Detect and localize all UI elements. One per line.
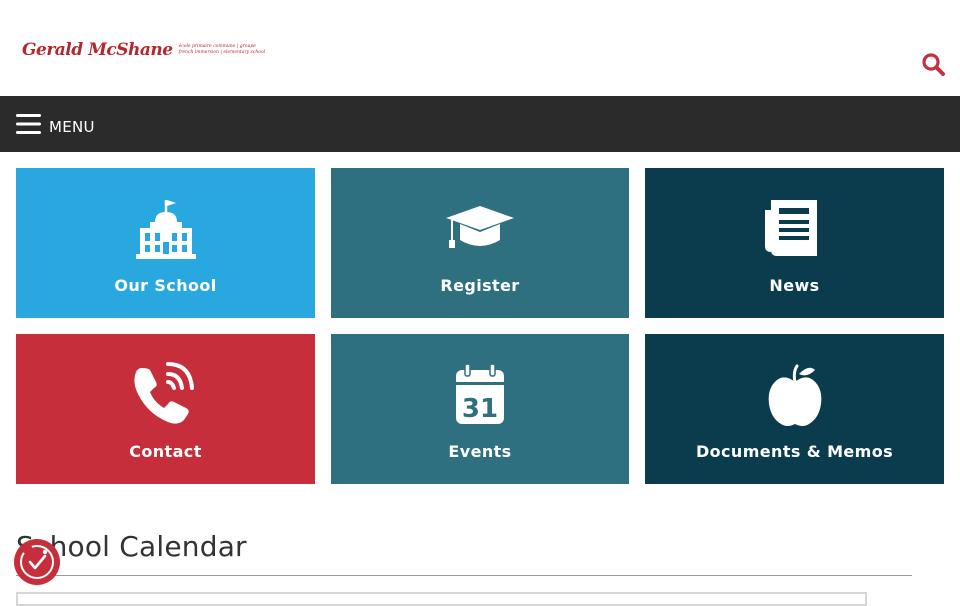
tile-label: News [769,276,820,295]
phone-icon [133,362,194,424]
search-button[interactable] [918,50,948,78]
tile-our-school[interactable]: Our School [16,168,315,318]
tile-contact[interactable]: Contact [16,334,315,484]
tile-label: Documents & Memos [695,442,894,461]
logo-tagline-line: french immersion | elementary school [178,50,266,55]
logo-tagline: école primaire commune | groupe french i… [179,44,266,56]
tile-documents-memos[interactable]: Documents & Memos [645,334,944,484]
site-logo[interactable]: Gerald McShane école primaire commune | … [18,22,265,78]
tile-news[interactable]: News [645,168,944,318]
logo-school-name: Gerald McShane [22,40,173,60]
section-divider [16,575,912,576]
accessibility-icon [14,539,60,585]
tile-events[interactable]: 31 Events [331,334,629,484]
newspaper-icon [764,200,817,256]
accessibility-button[interactable] [14,539,60,585]
calendar-embed[interactable] [16,592,867,606]
tile-label: Contact [129,442,202,461]
apple-icon [768,364,821,426]
calendar-icon: 31 [456,363,504,424]
graduation-cap-icon [446,206,514,248]
menu-toggle-button[interactable]: MENU [16,110,95,138]
site-header: Gerald McShane école primaire commune | … [0,0,960,96]
tile-register[interactable]: Register [331,168,629,318]
tile-label: Events [448,442,512,461]
search-icon [922,53,945,76]
hamburger-icon [16,114,41,134]
tile-label: Register [440,276,520,295]
menu-label: MENU [49,118,95,136]
quick-links-grid: Our School Register News Contact 31 Even… [16,168,944,484]
tile-label: Our School [114,276,217,295]
school-building-icon [135,200,196,259]
main-navigation-bar: MENU [0,96,960,152]
calendar-day-number: 31 [462,394,498,424]
